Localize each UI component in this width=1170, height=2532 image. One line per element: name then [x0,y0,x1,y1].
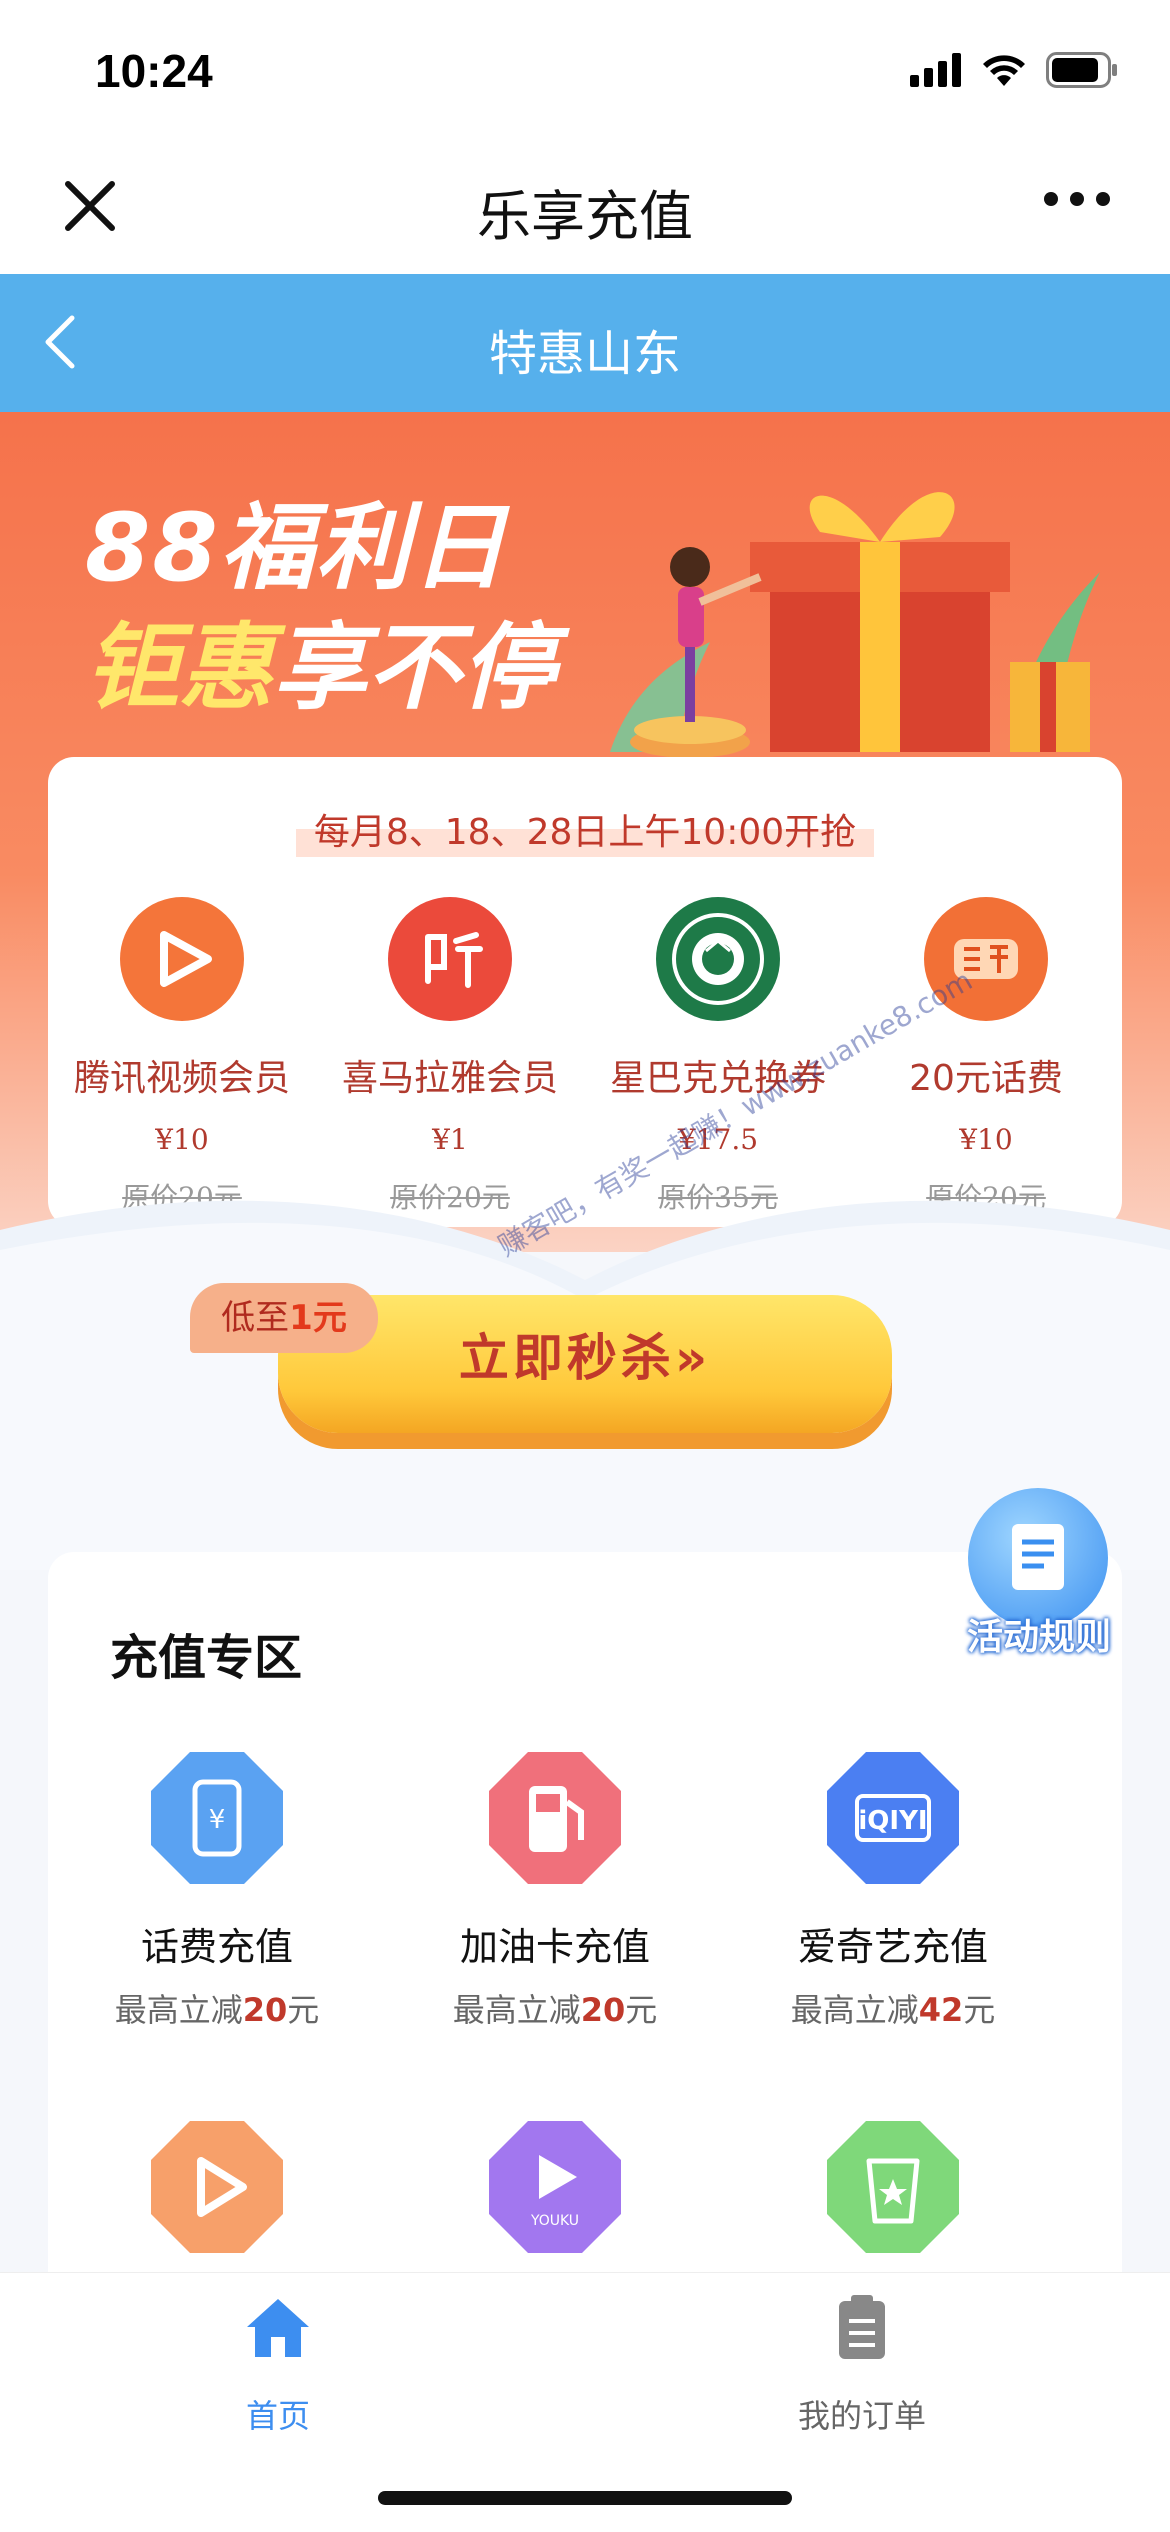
wifi-icon [983,55,1025,86]
recharge-item-phone[interactable]: ¥ 话费充值 最高立减20元 [48,1752,386,2031]
banner-highlight-text: 钜惠 [85,614,274,723]
youku-icon: YOUKU [489,2121,621,2253]
recharge-item-name: 爱奇艺充值 [797,1925,988,1969]
discount-amount: 20 [580,1991,626,2029]
gift-box-illustration-icon [610,492,1100,758]
product-price: ¥10 [959,1123,1013,1156]
flash-product-ximalaya[interactable]: 喜马拉雅会员 ¥1 原价20元 [316,897,584,1216]
rules-scroll-icon [968,1488,1108,1628]
product-name: 喜马拉雅会员 [341,1058,558,1099]
more-dot-icon [1096,192,1110,206]
tag-prefix: 低至 [221,1298,290,1338]
product-price: ¥1 [432,1123,468,1156]
tencent-video-icon [151,2121,283,2253]
home-icon [247,2299,309,2357]
product-name: 20元话费 [909,1058,1063,1099]
discount-suffix: 元 [625,1991,658,2029]
discount-amount: 42 [918,1991,964,2029]
tab-my-orders[interactable]: 我的订单 [712,2293,1012,2437]
more-options-button[interactable] [1044,192,1110,206]
svg-text:iQIYI: iQIYI [858,1806,927,1836]
recharge-item-discount: 最高立减42元 [724,1985,1062,2031]
flash-product-tencent-video[interactable]: 腾讯视频会员 ¥10 原价20元 [48,897,316,1216]
svg-text:¥: ¥ [209,1805,226,1835]
discount-prefix: 最高立减 [452,1991,581,2029]
product-price: ¥10 [155,1123,209,1156]
discount-suffix: 元 [287,1991,320,2029]
page-title: 特惠山东 [488,326,681,382]
clipboard-icon [839,2295,885,2359]
phone-yuan-icon: ¥ [151,1752,283,1884]
webview-title: 乐享充值 [477,185,693,248]
starbucks-cup-icon [827,2121,959,2253]
flash-sale-products: 腾讯视频会员 ¥10 原价20元 喜马拉雅会员 ¥1 原价20元 星巴克兑换券 … [48,897,1122,1216]
banner-rest-text: 享不停 [273,614,556,723]
status-time: 10:24 [95,45,213,97]
recharge-item-tencent-video[interactable] [48,2121,386,2257]
recharge-item-discount: 最高立减20元 [48,1985,386,2031]
home-indicator [378,2491,792,2505]
discount-amount: 20 [242,1991,288,2029]
recharge-grid: ¥ 话费充值 最高立减20元 加油卡充值 最高立减20元 iQIYI 爱奇艺充值… [48,1752,1122,2347]
more-dot-icon [1044,192,1058,206]
cellular-signal-icon [910,53,961,87]
recharge-item-youku[interactable]: YOUKU [386,2121,724,2257]
discount-prefix: 最高立减 [114,1991,243,2029]
recharge-item-starbucks[interactable] [724,2121,1062,2257]
tab-home[interactable]: 首页 [128,2293,428,2437]
seckill-button-label: 立即秒杀» [458,1329,712,1387]
recharge-item-discount: 最高立减20元 [386,1985,724,2031]
recharge-item-gas-card[interactable]: 加油卡充值 最高立减20元 [386,1752,724,2031]
webview-title-bar: 乐享充值 [0,140,1170,274]
gas-station-icon [489,1752,621,1884]
sale-schedule: 每月8、18、28日上午10:00开抢 [48,801,1122,857]
ximalaya-icon [388,897,512,1021]
battery-icon [1046,52,1117,88]
starbucks-icon [656,897,780,1021]
discount-prefix: 最高立减 [790,1991,919,2029]
status-bar: 10:24 [0,0,1170,140]
tab-label: 我的订单 [797,2397,926,2435]
svg-text:YOUKU: YOUKU [530,2213,579,2229]
bottom-tab-bar: 首页 我的订单 [0,2272,1170,2532]
more-dot-icon [1070,192,1084,206]
activity-rules-button[interactable]: 活动规则 [960,1488,1118,1658]
lowest-price-tag: 低至1元 [190,1283,378,1353]
recharge-item-iqiyi[interactable]: iQIYI 爱奇艺充值 最高立减42元 [724,1752,1062,2031]
tag-value: 1元 [289,1298,347,1338]
sale-schedule-text: 每月8、18、28日上午10:00开抢 [295,801,875,857]
banner-subheadline: 钜惠享不停 [85,592,555,728]
status-icons [910,52,1118,88]
page: 10:24 乐享充值 特惠山东 88福利日 钜惠享不停 每月8、18、28日上午… [0,0,1170,2532]
discount-suffix: 元 [963,1991,996,2029]
tencent-video-icon [120,897,244,1021]
section-heading: 充值专区 [110,1630,303,1686]
tab-label: 首页 [245,2397,310,2435]
flash-product-phone-bill[interactable]: 20元话费 ¥10 原价20元 [852,897,1120,1216]
product-name: 腾讯视频会员 [73,1058,290,1099]
banner-headline: 88福利日 [85,494,508,603]
recharge-item-name: 话费充值 [140,1925,293,1969]
recharge-item-name: 加油卡充值 [459,1925,650,1969]
activity-rules-label: 活动规则 [966,1617,1111,1658]
page-nav-bar: 特惠山东 [0,274,1170,412]
iqiyi-icon: iQIYI [827,1752,959,1884]
